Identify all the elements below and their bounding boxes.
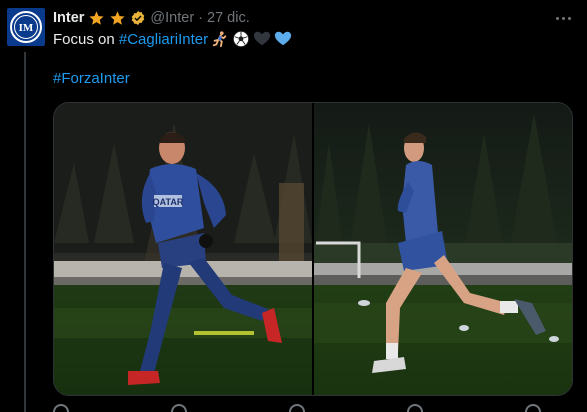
author-handle[interactable]: @Inter bbox=[150, 10, 194, 26]
like-icon[interactable] bbox=[289, 404, 305, 412]
inter-logo-icon: IM bbox=[10, 11, 42, 43]
tweet-text-line-2: #ForzaInter bbox=[53, 70, 130, 87]
tweet-text: Focus on bbox=[53, 30, 119, 48]
reply-icon[interactable] bbox=[53, 404, 69, 412]
hashtag-cagliari-inter[interactable]: #CagliariInter bbox=[119, 31, 208, 48]
thread-line bbox=[24, 52, 26, 412]
star-icon bbox=[110, 10, 126, 25]
tweet-actions bbox=[53, 404, 571, 412]
hashtag-forza-inter[interactable]: #ForzaInter bbox=[53, 70, 130, 87]
avatar[interactable]: IM bbox=[7, 8, 45, 46]
svg-text:IM: IM bbox=[19, 22, 34, 34]
tweet-text-line-1: Focus on #CagliariInter bbox=[53, 30, 292, 48]
tweet-date[interactable]: 27 dic. bbox=[207, 10, 250, 26]
author-name[interactable]: Inter bbox=[53, 10, 84, 26]
black-heart-emoji bbox=[253, 31, 271, 46]
photo-player-running-left[interactable]: QATAR bbox=[54, 103, 312, 395]
jersey-sponsor-text: QATAR bbox=[153, 197, 184, 207]
more-options-icon[interactable] bbox=[553, 8, 573, 28]
blue-heart-emoji bbox=[274, 31, 292, 46]
star-icon bbox=[89, 10, 105, 25]
tweet[interactable]: IM Inter @Inter · 27 dic. Focus on #Cagl… bbox=[0, 0, 587, 412]
media-grid[interactable]: QATAR bbox=[53, 102, 573, 396]
verified-icon[interactable] bbox=[130, 10, 146, 26]
retweet-icon[interactable] bbox=[171, 404, 187, 412]
views-icon[interactable] bbox=[407, 404, 423, 412]
separator-dot: · bbox=[198, 10, 203, 26]
tweet-header: Inter @Inter · 27 dic. bbox=[53, 8, 577, 28]
photo-player-running-right[interactable] bbox=[314, 103, 572, 395]
running-man-emoji bbox=[212, 31, 227, 48]
bookmark-icon[interactable] bbox=[525, 404, 541, 412]
soccer-ball-emoji bbox=[232, 30, 250, 48]
